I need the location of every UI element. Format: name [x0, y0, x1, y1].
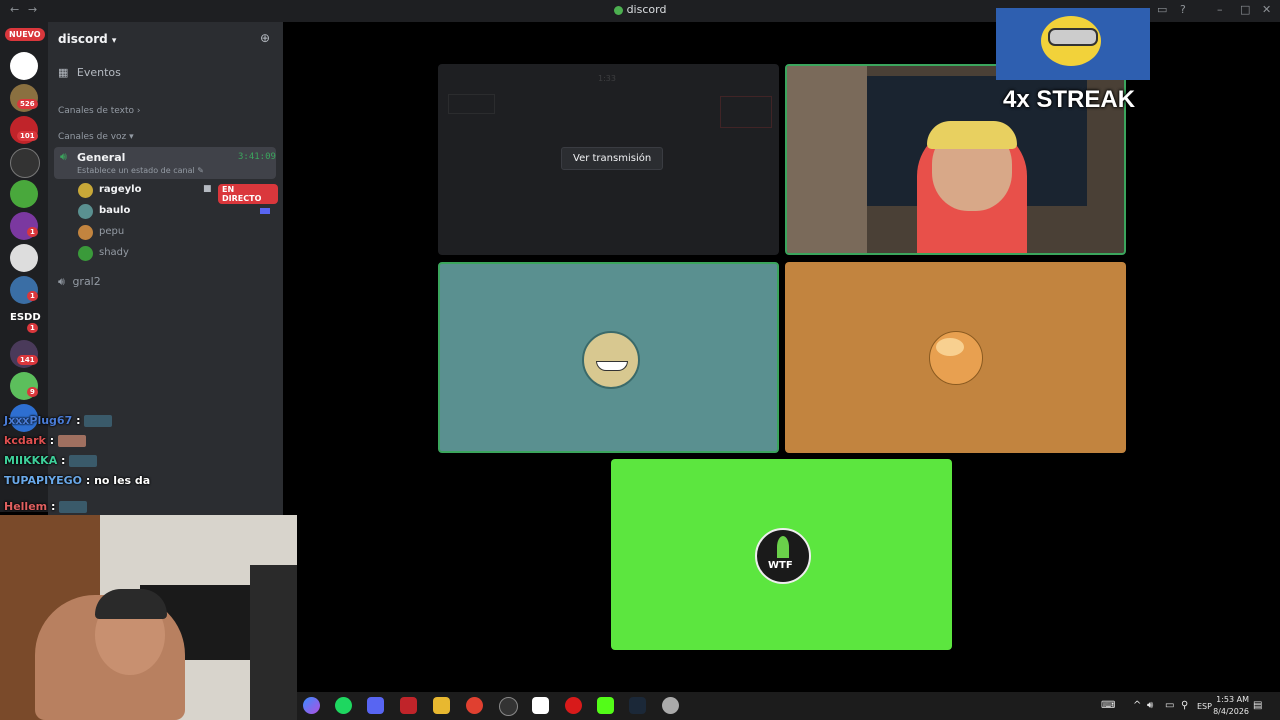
location-icon[interactable]: ⚲	[1181, 700, 1188, 711]
chat-message: kcdark :	[4, 434, 86, 447]
voice-user-rageylo[interactable]: rageylo ■ EN DIRECTO	[78, 182, 278, 204]
windows-taskbar: ⌨ ^ 🔊︎ ▭ ⚲ ESP 1:53 AM 8/4/2026 ▤	[297, 692, 1280, 720]
server-badge: 101	[17, 131, 38, 141]
discord-taskbar-icon[interactable]	[367, 697, 384, 714]
minion-goggles	[1048, 28, 1098, 46]
streamer-webcam	[0, 515, 297, 720]
avatar-highlight	[936, 338, 964, 356]
voice-tile-baulo[interactable]	[438, 262, 779, 453]
avatar	[78, 246, 93, 261]
server-badge: 141	[17, 355, 38, 365]
add-user-icon[interactable]: ⊕	[260, 31, 270, 45]
keyboard-icon[interactable]: ⌨	[1101, 700, 1115, 711]
app-icon[interactable]	[400, 697, 417, 714]
server-badge: 9	[27, 387, 38, 397]
voice-user-shady[interactable]: shady	[78, 245, 278, 263]
emote-image	[59, 501, 88, 513]
copilot-icon[interactable]	[303, 697, 320, 714]
spotify-icon[interactable]	[335, 697, 352, 714]
voice-channels-category[interactable]: Canales de voz ▾	[58, 132, 134, 142]
app-icon[interactable]	[499, 697, 518, 716]
trollface-avatar	[582, 331, 640, 389]
voice-channel-general[interactable]: 🔊︎ General 3:41:09 Establece un estado d…	[54, 147, 276, 179]
chevron-up-icon[interactable]: ^	[1133, 700, 1141, 711]
emote-image	[69, 455, 98, 467]
chrome-icon[interactable]	[466, 697, 483, 714]
network-icon[interactable]: ▭	[1165, 700, 1174, 711]
webcam-shelf	[250, 565, 297, 720]
speaker-icon: 🔊︎	[58, 275, 65, 288]
preview-panel	[720, 96, 772, 128]
chat-message: JxxxPlug67 :	[4, 414, 113, 427]
inbox-icon[interactable]: ▭	[1157, 3, 1167, 16]
chevron-down-icon: ▾	[129, 132, 134, 142]
server-badge: 1	[27, 323, 38, 333]
avatar: WTF	[755, 528, 811, 584]
voice-tile-pepu[interactable]	[785, 262, 1126, 453]
chat-message: MIIKKKA :	[4, 454, 98, 467]
pencil-icon: ✎	[197, 166, 204, 175]
maximize-button[interactable]: □	[1240, 3, 1250, 16]
chevron-right-icon: ›	[136, 106, 141, 116]
chat-message: Hellem :	[4, 500, 88, 513]
clock-date[interactable]: 8/4/2026	[1203, 707, 1249, 716]
speaker-icon: 🔊︎	[60, 150, 67, 163]
emote-image	[57, 435, 86, 447]
voice-user-baulo[interactable]: baulo	[78, 203, 278, 221]
nuevo-badge[interactable]: NUEVO	[5, 28, 45, 41]
avatar-grin	[596, 361, 628, 371]
camera-icon: ■	[203, 184, 212, 194]
opera-icon[interactable]	[565, 697, 582, 714]
chat-message: TUPAPIYEGO : no les da	[4, 474, 151, 487]
server-name-header[interactable]: discord ▾	[58, 32, 116, 46]
text-channels-category[interactable]: Canales de texto ›	[58, 106, 140, 116]
kick-icon[interactable]	[597, 697, 614, 714]
chevron-down-icon: ▾	[111, 36, 117, 46]
close-button[interactable]: ✕	[1262, 3, 1271, 16]
watch-stream-button[interactable]: Ver transmisión	[561, 147, 664, 170]
avatar-label: WTF	[768, 560, 793, 571]
preview-panel	[448, 94, 495, 114]
voice-tile-shady[interactable]: WTF	[611, 459, 952, 650]
minimize-button[interactable]: –	[1217, 3, 1223, 16]
volume-icon[interactable]: 🔊︎	[1147, 700, 1153, 711]
channel-status-prompt[interactable]: Establece un estado de canal ✎	[77, 166, 204, 175]
calendar-icon: ▦	[58, 66, 69, 79]
server-icon-5[interactable]	[10, 180, 38, 208]
live-badge: EN DIRECTO	[218, 184, 278, 204]
emote-image	[84, 415, 113, 427]
avatar	[78, 225, 93, 240]
avatar	[929, 331, 983, 385]
streak-text: 4x STREAK	[1003, 86, 1136, 113]
headphones-icon	[95, 589, 167, 619]
server-badge: 1	[27, 291, 38, 301]
flag-icon	[260, 208, 270, 214]
streak-overlay-image	[996, 8, 1150, 80]
discord-logo-icon	[613, 5, 623, 15]
clock-time[interactable]: 1:53 AM	[1209, 695, 1249, 704]
leaf-icon	[777, 536, 789, 558]
avatar	[78, 204, 93, 219]
voice-channel-gral2[interactable]: 🔊︎ gral2	[58, 275, 101, 289]
app-icon[interactable]	[662, 697, 679, 714]
notifications-icon[interactable]: ▤	[1253, 700, 1262, 711]
app-icon[interactable]	[532, 697, 549, 714]
file-explorer-icon[interactable]	[433, 697, 450, 714]
headband	[927, 121, 1017, 149]
server-icon-4[interactable]	[10, 148, 40, 178]
preview-timer: 1:33	[598, 74, 616, 83]
avatar	[78, 183, 93, 198]
channel-timer: 3:41:09	[238, 152, 276, 162]
channel-name: General	[77, 151, 126, 164]
server-badge: 526	[17, 99, 38, 109]
help-icon[interactable]: ?	[1180, 3, 1186, 16]
room-wall	[787, 66, 867, 253]
server-icon-7[interactable]	[10, 244, 38, 272]
server-badge: 1	[27, 227, 38, 237]
server-icon-blackmaps[interactable]	[10, 52, 38, 80]
screen-share-tile[interactable]: 1:33 Ver transmisión	[438, 64, 779, 255]
voice-user-pepu[interactable]: pepu	[78, 224, 278, 242]
steam-icon[interactable]	[629, 697, 646, 714]
events-item[interactable]: ▦ Eventos	[58, 66, 121, 79]
